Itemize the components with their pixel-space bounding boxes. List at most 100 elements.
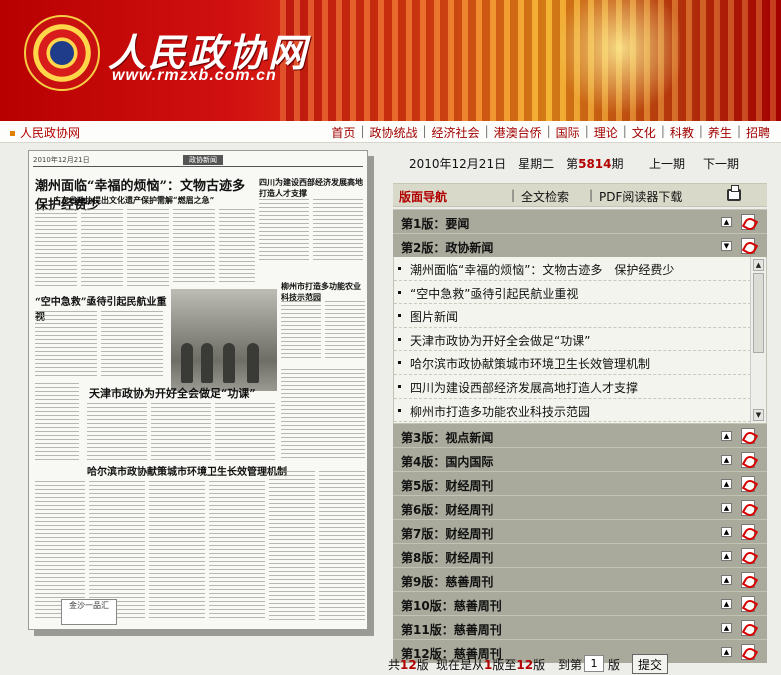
collapse-icon[interactable]: ▼ [721,241,732,251]
paper-headline-tianjin[interactable]: 天津市政协为开好全会做足“功课” [89,385,279,401]
article-item[interactable]: 哈尔滨市政协献策城市环境卫生长效管理机制 [394,351,766,375]
edition-row-11[interactable]: 第11版：慈善周刊 ▲ [393,615,767,639]
expand-icon[interactable]: ▲ [721,217,732,227]
next-issue-link[interactable]: 下一期 [703,155,739,172]
nav-item-cppcc[interactable]: 政协统战 [364,124,422,141]
nav-item-home[interactable]: 首页 [326,124,360,141]
article-list: 潮州面临“幸福的烦恼”：文物古迹多 保护经费少 “空中急救”亟待引起民航业重视 … [393,257,767,423]
nav-item-theory[interactable]: 理论 [589,124,623,141]
page-range: 现在是从1版至12版 [436,658,546,672]
fulltext-search-link[interactable]: 全文检索 [521,188,569,205]
article-item[interactable]: 四川为建设西部经济发展高地打造人才支撑 [394,375,766,399]
nav-item-international[interactable]: 国际 [551,124,585,141]
article-item[interactable]: 天津市政协为开好全会做足“功课” [394,328,766,352]
pdf-icon[interactable] [741,452,755,468]
nav-item-science[interactable]: 科教 [665,124,699,141]
edition-row-2[interactable]: 第2版：政协新闻 ▼ [393,233,767,257]
edition-row-1[interactable]: 第1版：要闻 ▲ [393,209,767,233]
paper-headline-sichuan[interactable]: 四川为建设西部经济发展高地打造人才支撑 [259,177,363,199]
edition-nav-tab[interactable]: 版面导航 [399,188,447,205]
goto-label: 到第 [558,658,583,672]
paper-headline-main[interactable]: 潮州面临“幸福的烦恼”：文物古迹多 保护经费少 [35,175,250,213]
article-item[interactable]: 图片新闻 [394,304,766,328]
edition-row-8[interactable]: 第8版：财经周刊 ▲ [393,543,767,567]
bullet-icon [398,337,401,341]
page: 人民政协网 www.rmzxb.com.cn 人民政协网 首页 | 政协统战 | 经… [0,0,781,675]
pdf-icon[interactable] [741,620,755,636]
scroll-up-icon[interactable]: ▲ [753,259,764,271]
prev-issue-link[interactable]: 上一期 [649,155,685,172]
cppcc-emblem-icon [24,15,100,91]
pdf-icon[interactable] [741,524,755,540]
article-item[interactable]: 柳州市打造多功能农业科技示范园 [394,399,766,423]
site-banner: 人民政协网 www.rmzxb.com.cn [0,0,781,121]
edition-row-9[interactable]: 第9版：慈善周刊 ▲ [393,567,767,591]
edition-row-4[interactable]: 第4版：国内国际 ▲ [393,447,767,471]
bullet-icon [398,361,401,365]
paper-advertisement: 金沙一品汇 [61,599,117,625]
site-url: www.rmzxb.com.cn [112,67,277,84]
pdf-reader-download-link[interactable]: PDF阅读器下载 [599,188,682,205]
nav-item-jobs[interactable]: 招聘 [741,124,775,141]
submit-button[interactable]: 提交 [632,654,668,674]
pdf-icon[interactable] [741,476,755,492]
nav-home-link[interactable]: 人民政协网 [10,124,80,141]
bullet-icon [398,314,401,318]
expand-icon[interactable]: ▲ [721,431,732,441]
goto-page-input[interactable] [584,655,604,672]
main-nav: 人民政协网 首页 | 政协统战 | 经济社会 | 港澳台侨 | 国际 | 理论 | 文化 | … [0,121,781,143]
scrollbar-thumb[interactable] [753,273,764,353]
expand-icon[interactable]: ▲ [721,599,732,609]
banner-glow [560,0,680,121]
expand-icon[interactable]: ▲ [721,551,732,561]
expand-icon[interactable]: ▲ [721,527,732,537]
scroll-down-icon[interactable]: ▼ [753,409,764,421]
paper-subheadline: 广东省政协提出文化遗产保护需解“燃眉之急” [53,195,215,205]
bullet-icon [398,384,401,388]
goto-suffix: 版 [608,658,621,672]
bullet-icon [398,290,401,294]
article-item[interactable]: 潮州面临“幸福的烦恼”：文物古迹多 保护经费少 [394,257,766,281]
nav-item-economy[interactable]: 经济社会 [427,124,485,141]
edition-row-5[interactable]: 第5版：财经周刊 ▲ [393,471,767,495]
pdf-icon[interactable] [741,572,755,588]
nav-item-health[interactable]: 养生 [703,124,737,141]
edition-list: 第1版：要闻 ▲ 第2版：政协新闻 ▼ 潮州面临“幸福的烦恼”：文物古迹多 保护… [393,209,767,663]
edition-toolbar: 版面导航 | 全文检索 | PDF阅读器下载 [393,183,767,207]
paper-masthead: 2010年12月21日 政协新闻 [33,155,363,167]
paper-headline-liuzhou[interactable]: 柳州市打造多功能农业科技示范园 [281,281,365,303]
bullet-icon [398,267,401,270]
edition-row-6[interactable]: 第6版：财经周刊 ▲ [393,495,767,519]
nav-links: 首页 | 政协统战 | 经济社会 | 港澳台侨 | 国际 | 理论 | 文化 | 科教 | 养生… [326,124,775,141]
nav-item-culture[interactable]: 文化 [627,124,661,141]
pdf-icon[interactable] [741,428,755,444]
newspaper-page-image[interactable]: 2010年12月21日 政协新闻 潮州面临“幸福的烦恼”：文物古迹多 保护经费少… [28,150,368,630]
total-pages: 共12版 [388,658,429,672]
pdf-icon[interactable] [741,500,755,516]
issue-date: 2010年12月21日 星期二 第5814期 [409,157,624,171]
expand-icon[interactable]: ▲ [721,623,732,633]
bullet-icon [10,131,15,136]
paper-news-photo[interactable] [171,289,277,391]
pdf-icon[interactable] [741,596,755,612]
edition-row-7[interactable]: 第7版：财经周刊 ▲ [393,519,767,543]
expand-icon[interactable]: ▲ [721,455,732,465]
paper-headline-harbin[interactable]: 哈尔滨市政协献策城市环境卫生长效管理机制 [87,463,287,478]
bullet-icon [398,408,401,412]
article-item[interactable]: “空中急救”亟待引起民航业重视 [394,281,766,305]
pdf-icon[interactable] [741,548,755,564]
pdf-icon[interactable] [741,238,755,254]
edition-list-rest: 第3版：视点新闻 ▲ 第4版：国内国际 ▲ 第5版：财经周刊 ▲ 第6版：财经周刊 ▲ 第7版：… [393,423,767,663]
banner-decoration [280,0,781,121]
expand-icon[interactable]: ▲ [721,575,732,585]
printer-icon[interactable] [727,185,741,201]
article-list-scrollbar[interactable]: ▲ ▼ [750,257,766,423]
expand-icon[interactable]: ▲ [721,503,732,513]
expand-icon[interactable]: ▲ [721,479,732,489]
pdf-icon[interactable] [741,214,755,230]
issue-info-bar: 2010年12月21日 星期二 第5814期 上一期 下一期 [393,150,767,176]
edition-pager: 共12版 现在是从1版至12版 到第 版 提交 [386,654,776,675]
edition-row-3[interactable]: 第3版：视点新闻 ▲ [393,423,767,447]
nav-item-hk-macau[interactable]: 港澳台侨 [489,124,547,141]
edition-row-10[interactable]: 第10版：慈善周刊 ▲ [393,591,767,615]
